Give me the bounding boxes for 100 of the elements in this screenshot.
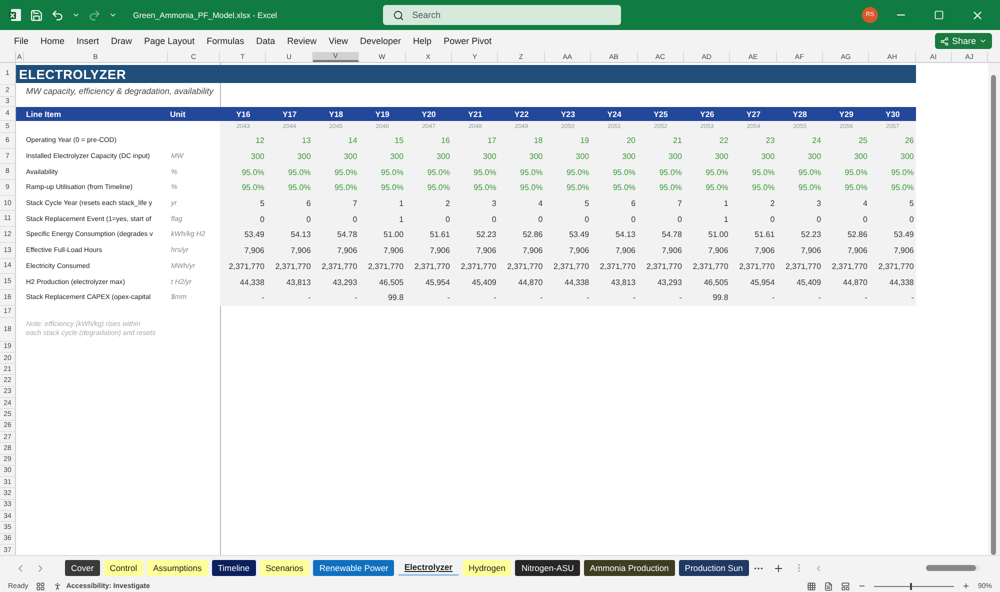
table-cell-text: 2,371,770 — [784, 262, 822, 271]
table-cell-text: 16 — [440, 136, 451, 146]
sheet-tab[interactable]: Control — [104, 560, 144, 576]
accessibility-icon[interactable] — [53, 582, 62, 590]
sheet-tab[interactable]: Cover — [65, 560, 100, 576]
year-header: Y17 — [281, 110, 298, 118]
table-cell-text: 46,505 — [702, 278, 730, 287]
menu-item[interactable]: Data — [250, 36, 282, 46]
search-input[interactable]: Search — [410, 9, 594, 21]
page-break-icon[interactable] — [840, 582, 850, 590]
sheet-tab[interactable]: Assumptions — [147, 560, 208, 576]
table-cell-text: 95.0% — [472, 168, 498, 177]
year-header: Y23 — [560, 110, 576, 118]
table-cell-text: 300 — [714, 152, 730, 162]
table-cell-text: 46,505 — [378, 278, 405, 287]
page-layout-icon[interactable] — [824, 582, 833, 590]
menu-item[interactable]: Developer — [354, 36, 408, 46]
scrollbar-thumb[interactable] — [991, 75, 996, 555]
year-header: Y24 — [606, 110, 622, 118]
sheet-tab[interactable]: Ammonia Production — [584, 560, 675, 576]
menu-item[interactable]: File — [8, 36, 35, 46]
menu-item[interactable]: Help — [407, 36, 438, 46]
menu-item[interactable]: View — [322, 36, 354, 46]
menu-item[interactable]: Draw — [105, 36, 138, 46]
table-cell-text: 2,371,770 — [830, 262, 868, 271]
table-cell-text: 7 — [676, 199, 683, 208]
undo-icon[interactable] — [51, 8, 64, 22]
year-header: Y29 — [838, 110, 854, 118]
table-cell-text: 2,371,770 — [413, 262, 451, 271]
table-cell-text: 95.0% — [658, 183, 683, 192]
table-cell-text: 95.0% — [565, 168, 590, 177]
table-cell-text: 7,906 — [754, 246, 776, 256]
table-cell-text: 1 — [722, 214, 730, 224]
year-header: Y18 — [328, 110, 344, 118]
table-cell-text: 7,906 — [892, 246, 915, 256]
table-cell-text: 2,371,770 — [320, 262, 358, 271]
table-cell-text: 5 — [908, 199, 915, 208]
sheet-tab[interactable]: Renewable Power — [313, 560, 394, 576]
table-cell-text: 300 — [250, 152, 266, 162]
table-cell-text: 51.00 — [382, 230, 405, 240]
macro-icon[interactable] — [36, 582, 46, 590]
table-cell-text: 51.00 — [707, 230, 730, 240]
menu-item[interactable]: Formulas — [200, 36, 250, 46]
caret-icon[interactable] — [72, 11, 80, 19]
table-cell-text: 7 — [352, 199, 358, 208]
sheet-tab[interactable]: Nitrogen-ASU — [515, 560, 580, 576]
menu-item[interactable]: Review — [281, 36, 323, 46]
year-header: Y26 — [698, 110, 716, 118]
sheet-tab[interactable]: Timeline — [212, 560, 256, 576]
table-cell-text: - — [910, 293, 915, 302]
table-cell-text: 0 — [908, 214, 915, 224]
table-cell-text: 95.0% — [287, 168, 312, 177]
table-cell-text: 0 — [630, 214, 637, 224]
menu-item[interactable]: Home — [34, 36, 71, 46]
table-cell-text: 0 — [676, 214, 683, 224]
menu-item[interactable]: Insert — [70, 36, 106, 46]
table-cell-text: 95.0% — [472, 183, 498, 192]
year-header: Y30 — [884, 110, 901, 118]
share-icon — [940, 36, 949, 46]
table-cell-text: 4 — [862, 199, 868, 208]
table-cell-text: 2,371,770 — [506, 262, 544, 271]
table-cell-text: - — [864, 293, 868, 302]
add-sheet-icon[interactable] — [773, 562, 784, 574]
table-cell-text: 95.0% — [380, 168, 405, 177]
table-cell-text: - — [585, 293, 590, 302]
sheet-tab[interactable]: Scenarios — [260, 560, 310, 576]
table-cell-text: 45,954 — [749, 278, 776, 287]
table-cell-text: 1 — [398, 199, 405, 208]
year-header: Y16 — [235, 110, 252, 118]
year-header: Y21 — [467, 110, 484, 118]
table-cell-text: 54.78 — [660, 230, 683, 240]
zoom-thumb[interactable] — [910, 582, 912, 590]
table-cell-text: 51.61 — [754, 230, 776, 240]
share-button[interactable]: Share — [934, 33, 992, 49]
search-field[interactable]: Search — [383, 5, 622, 25]
table-cell-text: 95.0% — [612, 168, 637, 177]
sheet-tab[interactable]: Hydrogen — [462, 560, 512, 576]
save-icon[interactable] — [30, 8, 43, 22]
table-cell-text: 17 — [486, 136, 498, 146]
table-cell-text: 300 — [389, 152, 405, 162]
zoom-in-icon[interactable] — [962, 582, 970, 590]
sheet-tab[interactable]: Production Sun — [678, 560, 749, 576]
normal-view-icon[interactable] — [806, 582, 816, 590]
table-cell-text: 95.0% — [426, 183, 451, 192]
table-cell-text: - — [771, 293, 776, 302]
table-cell-text: 44,338 — [888, 278, 915, 287]
caret-icon[interactable] — [109, 11, 117, 19]
table-cell-text: 44,870 — [517, 278, 544, 287]
table-cell-text: 7,906 — [290, 246, 312, 256]
table-cell-text: 300 — [482, 152, 498, 162]
scrollbar-thumb[interactable] — [926, 565, 976, 571]
table-cell-text: - — [817, 293, 822, 302]
table-cell-text: 43,293 — [656, 278, 683, 287]
menu-item[interactable]: Page Layout — [138, 36, 201, 46]
menu-item[interactable]: Power Pivot — [438, 36, 498, 46]
table-cell-text: 95.0% — [565, 183, 590, 192]
close-icon — [970, 8, 984, 22]
table-cell-text: - — [260, 293, 266, 302]
table-cell-text: 7,906 — [614, 246, 637, 256]
table-cell-text: 43,813 — [285, 278, 312, 287]
